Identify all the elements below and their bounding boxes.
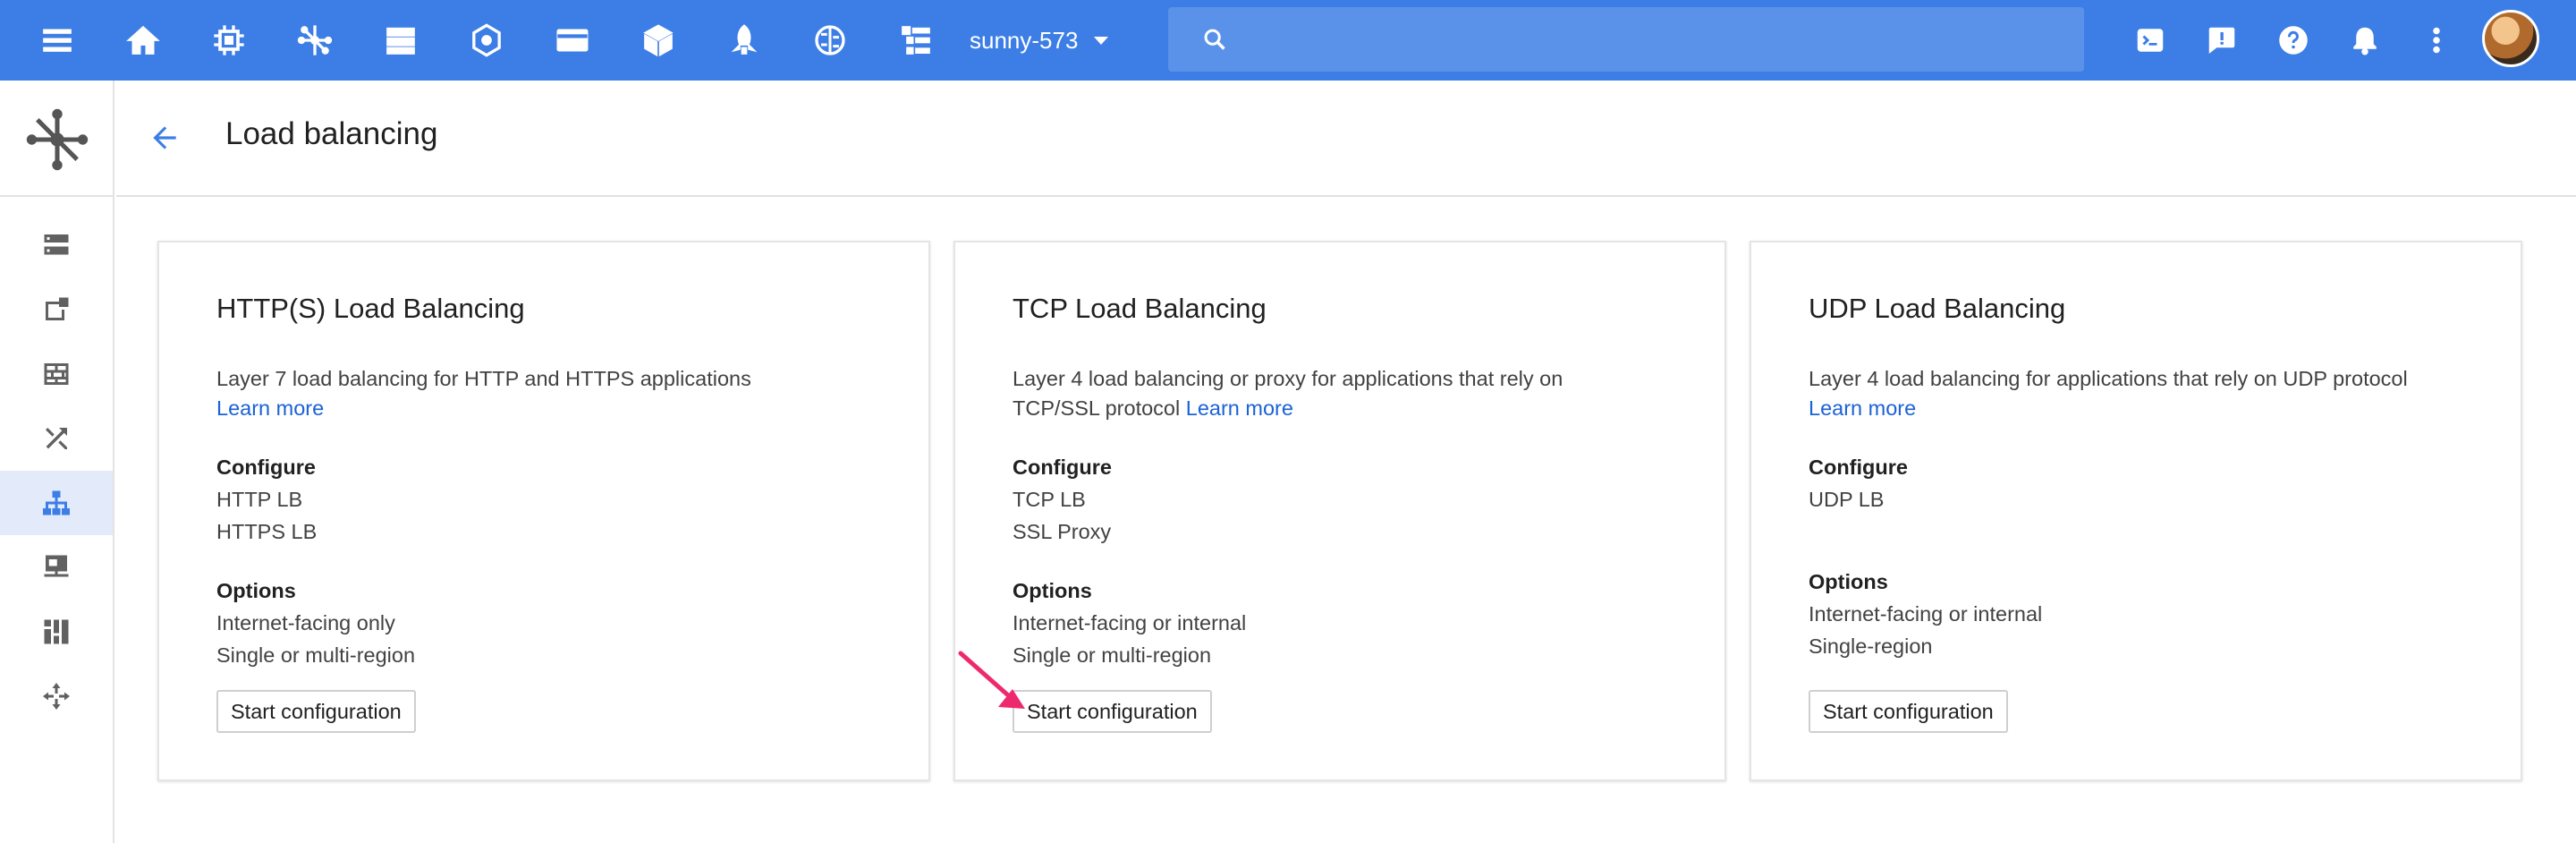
card-description: Layer 4 load balancing for applications … — [1809, 364, 2435, 423]
learn-more-link[interactable]: Learn more — [1186, 396, 1293, 420]
search-bar[interactable] — [1168, 7, 2084, 72]
top-app-bar: sunny-573 — [0, 0, 2576, 81]
back-arrow-icon[interactable] — [143, 116, 186, 159]
tcp-lb-card: TCP Load Balancing Layer 4 load balancin… — [953, 241, 1726, 781]
load-balancing-icon[interactable] — [0, 471, 113, 535]
cloud-dns-icon[interactable] — [0, 600, 113, 664]
option-item: Single-region — [1809, 634, 1933, 658]
start-configuration-button[interactable]: Start configuration — [1013, 690, 1212, 733]
home-icon[interactable] — [122, 19, 165, 62]
configure-item: UDP LB — [1809, 488, 1885, 511]
option-item: Single or multi-region — [1013, 643, 1212, 667]
chevron-down-icon — [1094, 36, 1109, 45]
card-title: TCP Load Balancing — [1013, 293, 1267, 324]
card-description: Layer 4 load balancing or proxy for appl… — [1013, 364, 1639, 423]
options-label: Options — [216, 579, 296, 602]
external-ip-icon[interactable] — [0, 277, 113, 342]
page-title: Load balancing — [225, 116, 438, 151]
avatar[interactable] — [2482, 10, 2539, 67]
menu-icon[interactable] — [36, 19, 79, 62]
cube-icon[interactable] — [637, 19, 680, 62]
left-nav-rail — [0, 81, 114, 843]
card-description-text: Layer 7 load balancing for HTTP and HTTP… — [216, 367, 751, 390]
list-icon[interactable] — [894, 19, 937, 62]
card-icon[interactable] — [551, 19, 594, 62]
configure-item: TCP LB — [1013, 488, 1086, 511]
start-configuration-button[interactable]: Start configuration — [216, 690, 416, 733]
more-icon[interactable] — [2415, 19, 2458, 62]
vpn-icon[interactable] — [0, 535, 113, 600]
network-icon[interactable] — [293, 19, 336, 62]
feedback-icon[interactable] — [2200, 19, 2243, 62]
configure-label: Configure — [216, 456, 316, 479]
learn-more-link[interactable]: Learn more — [216, 396, 324, 420]
http-lb-card: HTTP(S) Load Balancing Layer 7 load bala… — [157, 241, 930, 781]
project-name: sunny-573 — [970, 26, 1079, 54]
brain-icon[interactable] — [809, 19, 852, 62]
hexagon-icon[interactable] — [465, 19, 508, 62]
card-description: Layer 7 load balancing for HTTP and HTTP… — [216, 364, 843, 423]
project-selector[interactable]: sunny-573 — [970, 21, 1109, 59]
option-item: Internet-facing or internal — [1013, 611, 1247, 634]
option-item: Internet-facing or internal — [1809, 602, 2043, 626]
options-label: Options — [1809, 570, 1888, 593]
options-label: Options — [1013, 579, 1092, 602]
learn-more-link[interactable]: Learn more — [1809, 396, 1916, 420]
option-item: Internet-facing only — [216, 611, 395, 634]
configure-item: SSL Proxy — [1013, 520, 1112, 543]
interconnect-icon[interactable] — [0, 664, 113, 728]
rocket-icon[interactable] — [723, 19, 766, 62]
firewall-icon[interactable] — [0, 342, 113, 406]
storage-icon[interactable] — [379, 19, 422, 62]
notifications-icon[interactable] — [2343, 19, 2386, 62]
search-input[interactable] — [1249, 20, 2054, 59]
configure-label: Configure — [1013, 456, 1112, 479]
card-description-text: Layer 4 load balancing for applications … — [1809, 367, 2408, 390]
option-item: Single or multi-region — [216, 643, 416, 667]
configure-item: HTTPS LB — [216, 520, 318, 543]
cloud-shell-icon[interactable] — [2129, 19, 2172, 62]
pointer-arrow-icon — [958, 651, 1025, 709]
configure-label: Configure — [1809, 456, 1908, 479]
network-services-logo-icon — [26, 108, 89, 171]
vpc-networks-icon[interactable] — [0, 213, 113, 277]
card-title: HTTP(S) Load Balancing — [216, 293, 525, 324]
page-header: Load balancing — [116, 81, 2576, 197]
start-configuration-button[interactable]: Start configuration — [1809, 690, 2008, 733]
udp-lb-card: UDP Load Balancing Layer 4 load balancin… — [1750, 241, 2522, 781]
configure-item: HTTP LB — [216, 488, 303, 511]
routes-icon[interactable] — [0, 406, 113, 471]
chip-icon[interactable] — [208, 19, 250, 62]
search-icon — [1204, 29, 1225, 50]
help-icon[interactable] — [2272, 19, 2315, 62]
card-title: UDP Load Balancing — [1809, 293, 2066, 324]
rail-divider — [0, 195, 113, 197]
